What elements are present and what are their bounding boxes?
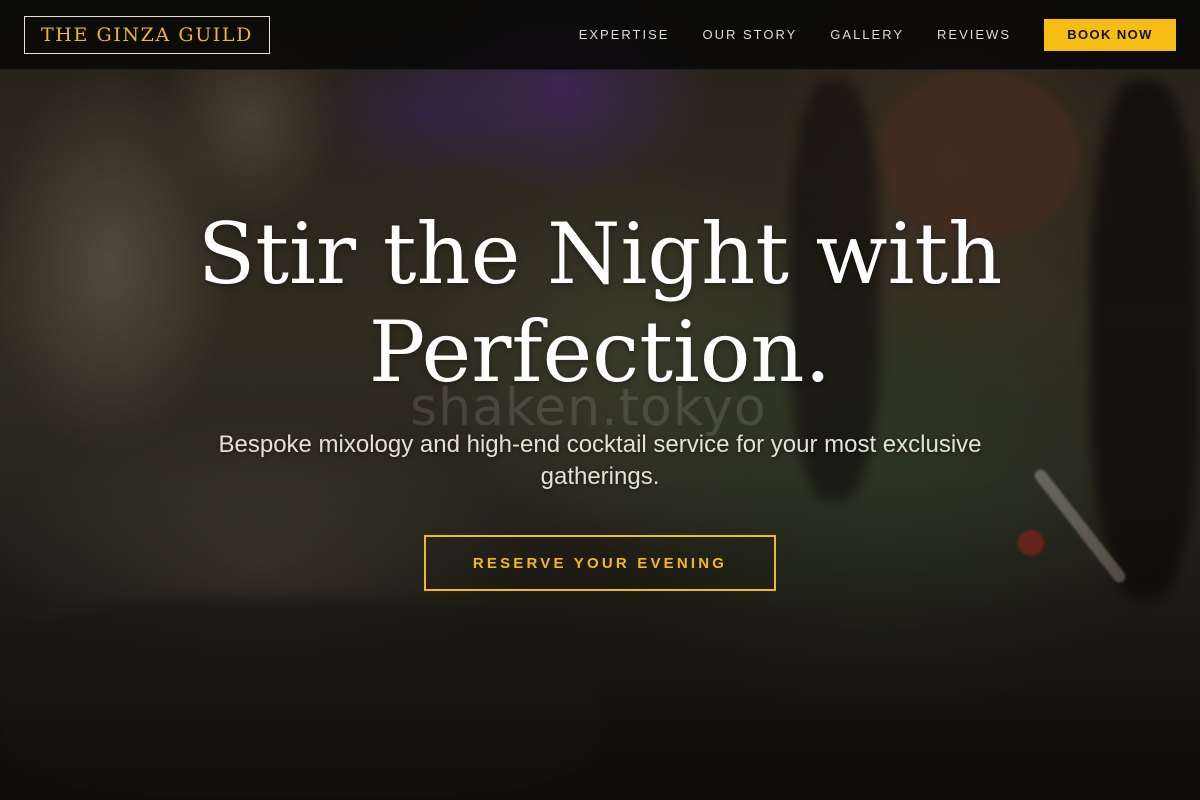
nav-link-our-story[interactable]: OUR STORY	[702, 27, 797, 42]
brand-logo[interactable]: THE GINZA GUILD	[24, 15, 270, 54]
landing-page: shaken.tokyo THE GINZA GUILD EXPERTISE O…	[0, 0, 1200, 800]
nav-link-gallery[interactable]: GALLERY	[830, 27, 904, 42]
nav-links: EXPERTISE OUR STORY GALLERY REVIEWS	[579, 27, 1011, 42]
top-navbar: THE GINZA GUILD EXPERTISE OUR STORY GALL…	[0, 0, 1200, 70]
hero-title-line-1: Stir the Night with	[197, 205, 1003, 303]
book-now-button[interactable]: BOOK NOW	[1044, 18, 1176, 51]
hero-section: Stir the Night with Perfection. Bespoke …	[0, 205, 1200, 591]
hero-title-line-2: Perfection.	[368, 303, 832, 401]
nav-link-reviews[interactable]: REVIEWS	[937, 27, 1011, 42]
hero-subtitle: Bespoke mixology and high-end cocktail s…	[218, 431, 982, 490]
nav-link-expertise[interactable]: EXPERTISE	[579, 27, 670, 42]
reserve-evening-button[interactable]: RESERVE YOUR EVENING	[424, 535, 776, 591]
hero-title: Stir the Night with Perfection.	[150, 205, 1050, 401]
